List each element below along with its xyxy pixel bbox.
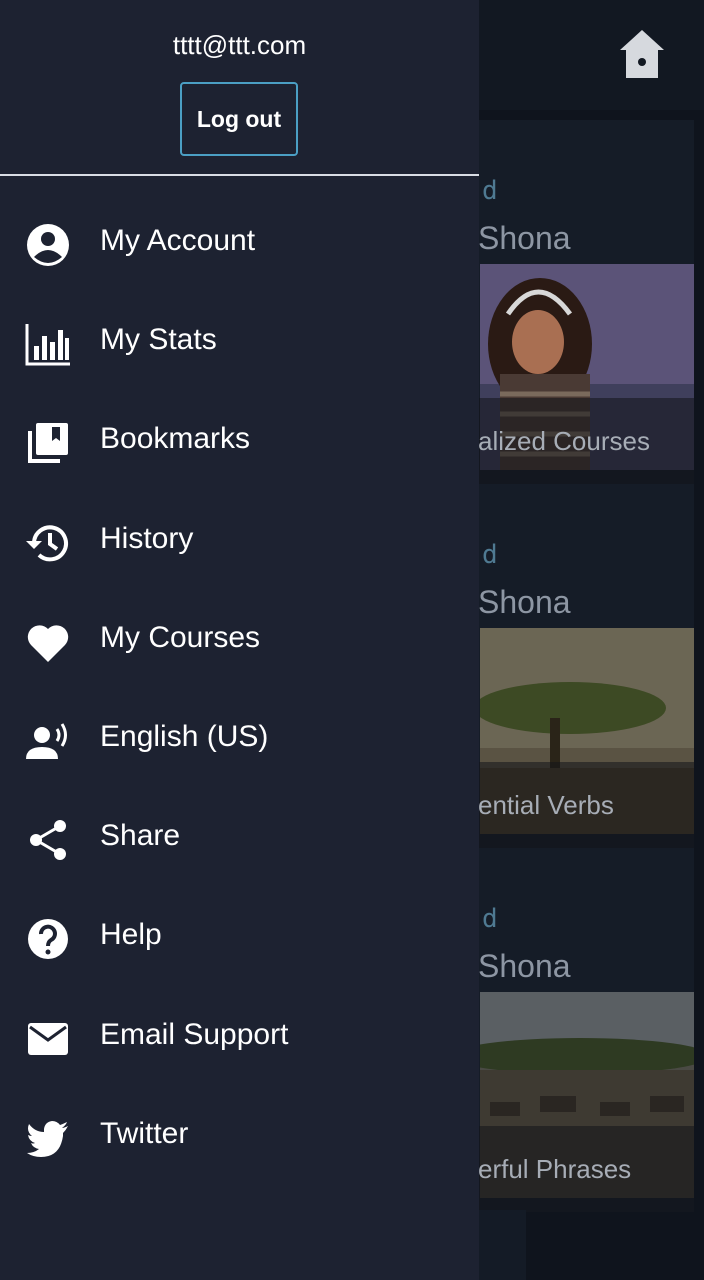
menu-item-label: Bookmarks [100, 422, 251, 456]
course-card[interactable]: d Shona erful Phrases [462, 848, 694, 1212]
heart-icon [24, 618, 72, 666]
course-card-kicker: d [482, 540, 498, 570]
menu-item-history[interactable]: History [0, 492, 479, 591]
menu-item-help[interactable]: Help [0, 888, 479, 987]
menu-item-my-stats[interactable]: My Stats [0, 293, 479, 392]
menu-item-label: Twitter [100, 1116, 189, 1150]
divider [0, 174, 479, 176]
course-card[interactable]: d Shona alized Courses [462, 120, 694, 484]
background-bottom-bar [478, 1210, 526, 1280]
menu-item-email-support[interactable]: Email Support [0, 988, 479, 1087]
menu-item-label: My Stats [100, 323, 217, 357]
course-card-caption: alized Courses [462, 398, 694, 484]
course-card-language: Shona [478, 220, 571, 256]
menu-item-label: Email Support [100, 1017, 289, 1051]
email-icon [24, 1015, 72, 1063]
menu-item-my-courses[interactable]: My Courses [0, 591, 479, 690]
course-card-kicker: d [482, 176, 498, 206]
menu-item-language[interactable]: English (US) [0, 690, 479, 789]
course-card-caption: ential Verbs [462, 762, 694, 848]
drawer-menu: My Account My Stats Bookmarks History My… [0, 194, 479, 1186]
menu-item-label: History [100, 521, 194, 555]
course-card-kicker: d [482, 904, 498, 934]
bookmarks-icon [24, 419, 72, 467]
course-card-caption: erful Phrases [462, 1126, 694, 1212]
account-circle-icon [24, 221, 72, 269]
menu-item-bookmarks[interactable]: Bookmarks [0, 392, 479, 491]
history-icon [24, 519, 72, 567]
navigation-drawer: tttt@ttt.com Log out My Account My Stats… [0, 0, 479, 1280]
share-icon [24, 816, 72, 864]
voice-language-icon [24, 717, 72, 765]
menu-item-my-account[interactable]: My Account [0, 194, 479, 293]
bar-chart-icon [24, 320, 72, 368]
course-card-language: Shona [478, 948, 571, 984]
menu-item-label: My Account [100, 224, 256, 257]
menu-item-label: Help [100, 918, 162, 952]
menu-item-share[interactable]: Share [0, 789, 479, 888]
menu-item-label: My Courses [100, 620, 261, 654]
account-email: tttt@ttt.com [172, 30, 307, 60]
menu-item-label: Share [100, 819, 181, 853]
menu-item-twitter[interactable]: Twitter [0, 1087, 479, 1186]
course-card[interactable]: d Shona ential Verbs [462, 484, 694, 848]
help-icon [24, 915, 72, 963]
twitter-icon [24, 1114, 72, 1162]
course-card-language: Shona [478, 584, 571, 620]
home-icon[interactable] [618, 28, 666, 82]
log-out-button[interactable]: Log out [180, 82, 298, 156]
menu-item-label: English (US) [100, 719, 269, 753]
